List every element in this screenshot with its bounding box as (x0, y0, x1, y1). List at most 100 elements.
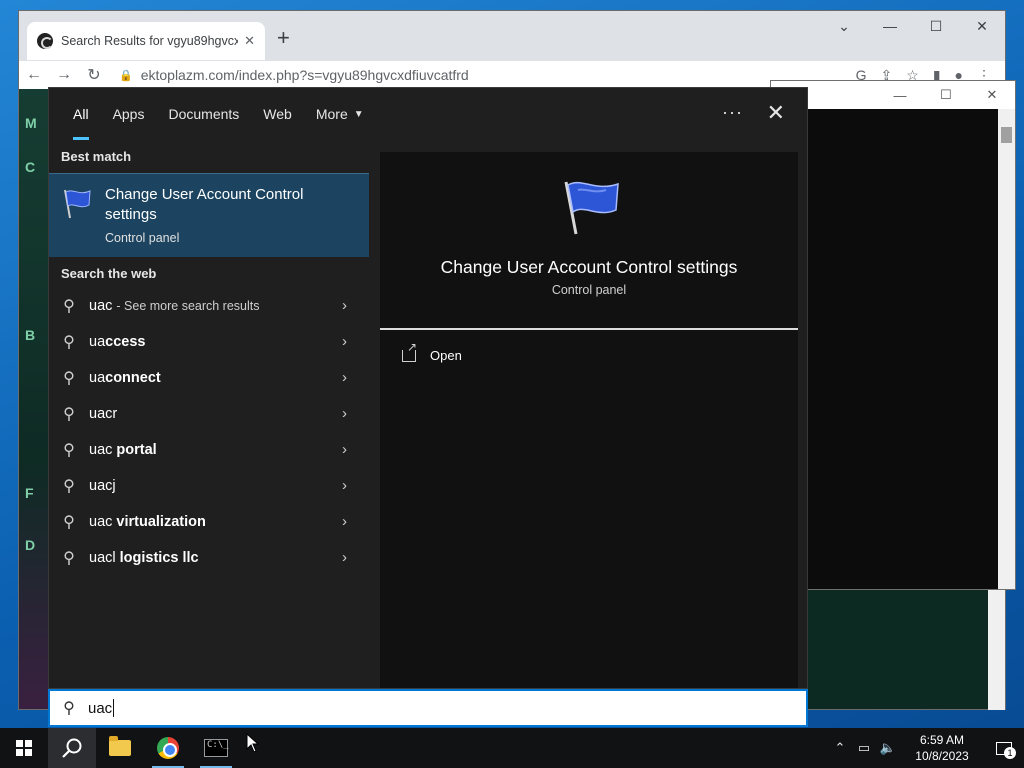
filter-tab-more[interactable]: More ▼ (304, 88, 376, 140)
command-prompt-icon: C:\_ (204, 739, 229, 757)
chrome-tab-bar: Search Results for vgyu89hgvcxd ✕ + ⌄ — … (19, 11, 1005, 61)
back-icon[interactable]: ← (19, 66, 49, 84)
web-result-item[interactable]: ⚲ ua ccess › (49, 324, 369, 360)
site-favicon-icon (37, 33, 53, 49)
tab-search-icon[interactable]: ⌄ (821, 11, 867, 41)
search-icon: ⚲ (63, 370, 75, 387)
search-filter-bar: All Apps Documents Web More ▼ ··· ✕ (49, 88, 807, 140)
web-result-item[interactable]: ⚲ uacl logistics llc › (49, 540, 369, 576)
chevron-right-icon[interactable]: › (342, 405, 347, 422)
search-icon: ⚲ (63, 550, 75, 567)
open-action[interactable]: Open (402, 340, 462, 363)
clock[interactable]: 6:59 AM 10/8/2023 (906, 732, 978, 764)
suggestion-text: ccess (105, 334, 146, 350)
page-letter: F (25, 485, 34, 501)
filter-tab-documents[interactable]: Documents (156, 88, 251, 140)
taskbar: C:\_ ⌃ ▭ 🔈 6:59 AM 10/8/2023 1 (0, 728, 1024, 768)
folder-icon (109, 736, 131, 756)
chrome-icon (157, 737, 179, 759)
start-button[interactable] (0, 728, 48, 768)
search-icon: ⚲ (63, 298, 75, 315)
console-minimize-button[interactable]: — (877, 81, 923, 109)
search-icon: ⚲ (63, 700, 75, 717)
console-close-button[interactable]: ✕ (969, 81, 1015, 109)
clock-time: 6:59 AM (919, 733, 965, 747)
filter-tab-web[interactable]: Web (251, 88, 304, 140)
forward-icon[interactable]: → (49, 66, 79, 84)
console-scrollbar[interactable] (998, 109, 1015, 589)
web-result-item[interactable]: ⚲ uacr › (49, 396, 369, 432)
flag-icon (564, 181, 619, 235)
page-letter: D (25, 537, 36, 553)
preview-title: Change User Account Control settings (440, 257, 738, 277)
web-result-item[interactable]: ⚲ uac - See more search results › (49, 288, 369, 324)
query-text: uac (89, 514, 117, 530)
query-text: uac (89, 298, 113, 314)
query-text: ua (89, 370, 106, 386)
minimize-button[interactable]: — (867, 11, 913, 41)
preview-divider (380, 328, 798, 330)
open-action-label: Open (430, 348, 462, 363)
address-bar[interactable]: 🔒 ektoplazm.com/index.php?s=vgyu89hgvcxd… (119, 67, 856, 83)
clock-date: 10/8/2023 (915, 749, 969, 763)
chevron-right-icon[interactable]: › (342, 477, 347, 494)
console-maximize-button[interactable]: ☐ (923, 81, 969, 109)
url-text: ektoplazm.com/index.php?s=vgyu89hgvcxdfi… (140, 67, 469, 83)
maximize-button[interactable]: ☐ (913, 11, 959, 41)
filter-tab-all[interactable]: All (61, 88, 101, 140)
lock-icon: 🔒 (119, 69, 133, 82)
preview-subtitle: Control panel (551, 283, 627, 297)
web-result-item[interactable]: ⚲ ua connect › (49, 360, 369, 396)
network-icon[interactable]: ▭ (852, 740, 876, 756)
chevron-right-icon[interactable]: › (342, 549, 347, 566)
chevron-right-icon[interactable]: › (342, 513, 347, 530)
query-text: ua (89, 334, 106, 350)
taskbar-chrome[interactable] (144, 728, 192, 768)
web-result-item[interactable]: ⚲ uac portal › (49, 432, 369, 468)
web-results-list: ⚲ uac - See more search results › ⚲ ua cc… (49, 288, 369, 576)
windows-search-panel: All Apps Documents Web More ▼ ··· ✕ Best … (48, 87, 808, 689)
search-input[interactable]: ⚲ uac (48, 689, 808, 727)
suggestion-text: logistics llc (119, 550, 199, 566)
chevron-right-icon[interactable]: › (342, 333, 347, 350)
tab-close-icon[interactable]: ✕ (244, 33, 255, 49)
page-scrollbar[interactable] (988, 590, 1005, 710)
taskbar-command-prompt[interactable]: C:\_ (192, 728, 240, 768)
best-match-name: Change User Account Control settings (105, 186, 304, 223)
web-result-item[interactable]: ⚲ uac virtualization › (49, 504, 369, 540)
query-text: uac (89, 442, 117, 458)
flag-icon (64, 189, 91, 219)
search-query: uac (88, 699, 113, 717)
volume-muted-icon[interactable]: 🔈 (876, 740, 900, 756)
page-letter: C (25, 159, 36, 175)
taskbar-search-button[interactable] (48, 728, 96, 768)
filter-tab-apps[interactable]: Apps (101, 88, 157, 140)
tab-title: Search Results for vgyu89hgvcxd (61, 34, 239, 48)
close-button[interactable]: ✕ (959, 11, 1005, 41)
search-icon: ⚲ (63, 514, 75, 531)
close-search-button[interactable]: ✕ (767, 100, 785, 126)
more-options-icon[interactable]: ··· (722, 102, 743, 123)
best-match-heading: Best match (61, 149, 132, 164)
chevron-right-icon[interactable]: › (342, 441, 347, 458)
show-hidden-icons-icon[interactable]: ⌃ (828, 740, 852, 756)
best-match-text: Change User Account Control settings Con… (105, 185, 335, 245)
query-text: uacr (89, 406, 118, 422)
see-more-text: - See more search results (116, 299, 260, 313)
page-visible-strip: M C B F D (19, 89, 49, 709)
new-tab-button[interactable]: + (277, 25, 290, 51)
reload-icon[interactable]: ↻ (79, 65, 109, 85)
scrollbar-thumb[interactable] (1001, 127, 1012, 143)
preview-pane: Change User Account Control settings Con… (380, 152, 798, 688)
best-match-category: Control panel (105, 231, 180, 245)
best-match-result[interactable]: Change User Account Control settings Con… (49, 173, 369, 257)
chrome-window-controls: ⌄ — ☐ ✕ (821, 11, 1005, 41)
web-result-item[interactable]: ⚲ uacj › (49, 468, 369, 504)
web-section-heading: Search the web (61, 266, 157, 281)
search-icon: ⚲ (63, 442, 75, 459)
notification-center-button[interactable]: 1 (984, 728, 1024, 768)
taskbar-file-explorer[interactable] (96, 728, 144, 768)
browser-tab[interactable]: Search Results for vgyu89hgvcxd ✕ (27, 22, 265, 60)
chevron-right-icon[interactable]: › (342, 369, 347, 386)
chevron-right-icon[interactable]: › (342, 297, 347, 314)
